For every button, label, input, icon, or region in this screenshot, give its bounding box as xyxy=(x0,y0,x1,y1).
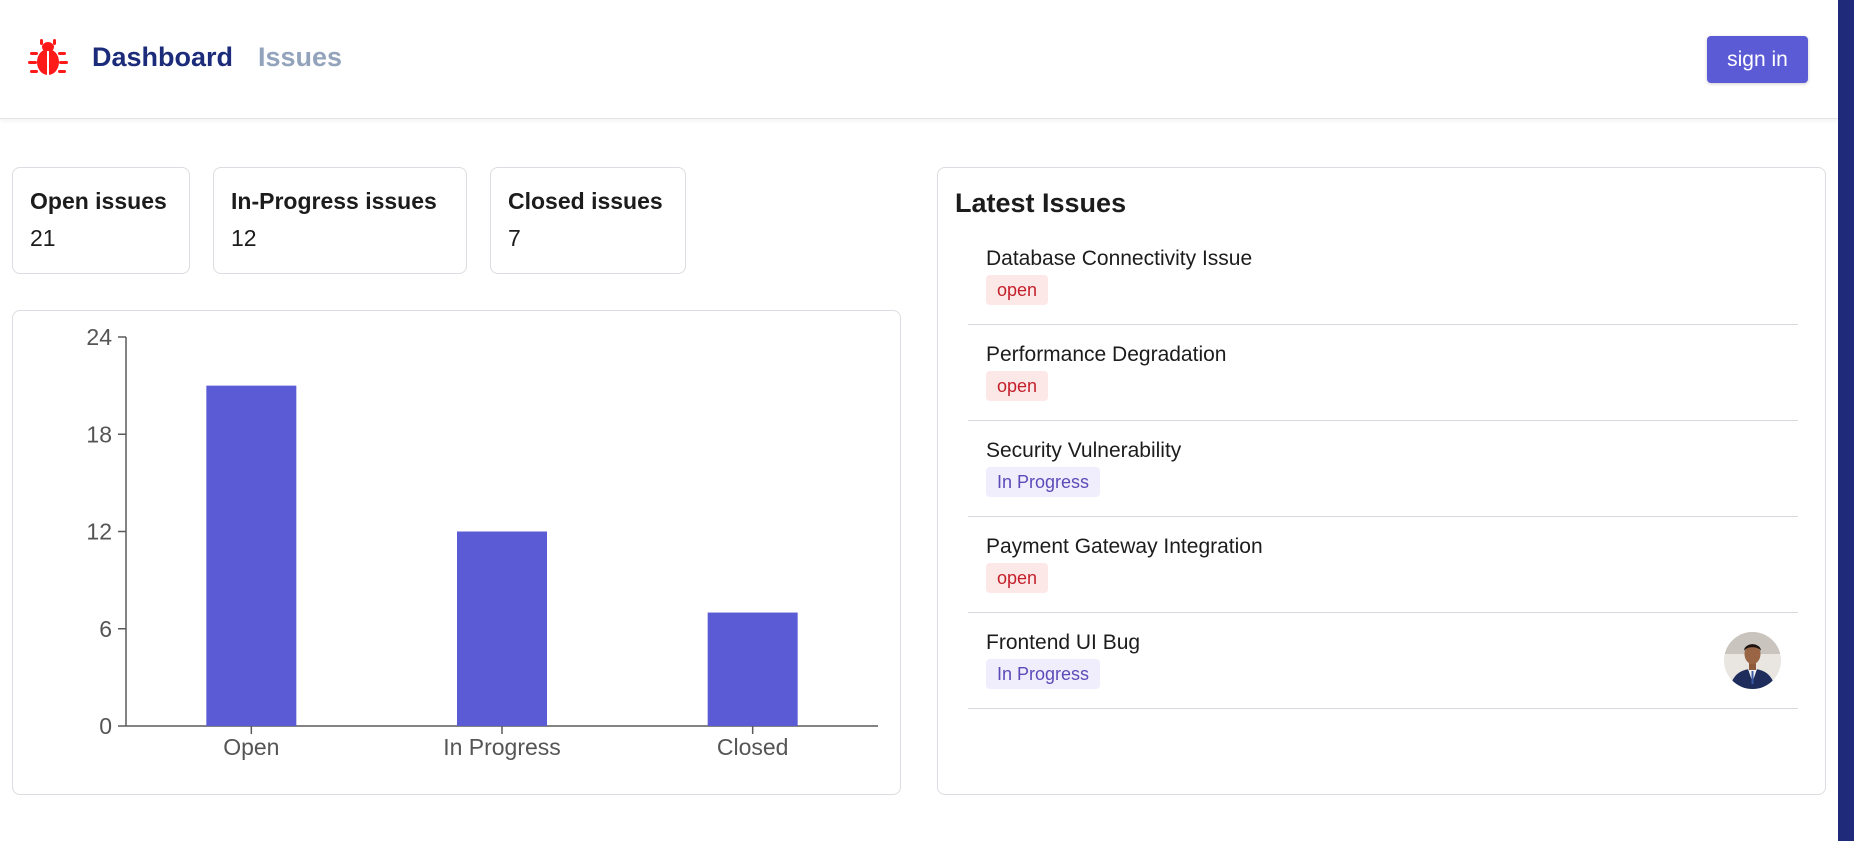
status-badge: open xyxy=(986,371,1049,401)
y-tick-label: 6 xyxy=(99,616,112,642)
open-issues-count: 21 xyxy=(30,225,56,251)
bug-icon[interactable] xyxy=(28,38,68,78)
x-tick-label: Open xyxy=(223,734,279,760)
status-badge: open xyxy=(986,563,1049,593)
status-badge: In Progress xyxy=(986,467,1101,497)
closed-issues-count: 7 xyxy=(508,225,521,251)
sign-in-button[interactable]: sign in xyxy=(1707,36,1808,83)
app: Dashboard Issues sign in Open issues 21 … xyxy=(0,0,1838,841)
in-progress-issues-card: In-Progress issues 12 xyxy=(213,167,467,274)
latest-issues-title: Latest Issues xyxy=(955,188,1127,218)
issue-title-link[interactable]: Security Vulnerability xyxy=(986,439,1181,463)
status-badge: In Progress xyxy=(986,659,1101,689)
x-tick-label: Closed xyxy=(717,734,789,760)
issue-row[interactable]: Database Connectivity Issue open xyxy=(968,229,1798,325)
bar-closed xyxy=(707,612,798,726)
issue-title-link[interactable]: Payment Gateway Integration xyxy=(986,535,1263,559)
issue-row[interactable]: Performance Degradation open xyxy=(968,325,1798,421)
status-badge: open xyxy=(986,275,1049,305)
y-tick-label: 12 xyxy=(86,519,112,545)
y-tick-label: 24 xyxy=(86,324,112,350)
issue-row[interactable]: Frontend UI Bug In Progress xyxy=(968,613,1798,709)
issues-bar-chart-card: 0 6 12 18 24 Open In Progress Closed xyxy=(12,310,901,795)
x-tick-label: In Progress xyxy=(443,734,561,760)
issue-title-link[interactable]: Frontend UI Bug xyxy=(986,631,1140,655)
bar-in-progress xyxy=(457,531,547,726)
closed-issues-card: Closed issues 7 xyxy=(490,167,686,274)
top-navbar: Dashboard Issues sign in xyxy=(0,0,1838,119)
issue-row[interactable]: Payment Gateway Integration open xyxy=(968,517,1798,613)
in-progress-issues-count: 12 xyxy=(231,225,257,251)
latest-issues-panel: Latest Issues Database Connectivity Issu… xyxy=(937,167,1826,795)
window-edge-strip xyxy=(1838,0,1854,841)
nav-dashboard-link[interactable]: Dashboard xyxy=(92,42,233,73)
issue-title-link[interactable]: Database Connectivity Issue xyxy=(986,247,1252,271)
bar-open xyxy=(206,385,297,726)
assignee-avatar xyxy=(1724,632,1781,689)
open-issues-label: Open issues xyxy=(30,188,167,214)
issue-row[interactable]: Security Vulnerability In Progress xyxy=(968,421,1798,517)
issues-bar-chart: 0 6 12 18 24 Open In Progress Closed xyxy=(86,324,878,760)
open-issues-card: Open issues 21 xyxy=(12,167,190,274)
issue-title-link[interactable]: Performance Degradation xyxy=(986,343,1226,367)
y-tick-label: 0 xyxy=(99,713,112,739)
in-progress-issues-label: In-Progress issues xyxy=(231,188,437,214)
y-tick-label: 18 xyxy=(86,421,112,447)
nav-issues-link[interactable]: Issues xyxy=(258,42,342,73)
closed-issues-label: Closed issues xyxy=(508,188,663,214)
